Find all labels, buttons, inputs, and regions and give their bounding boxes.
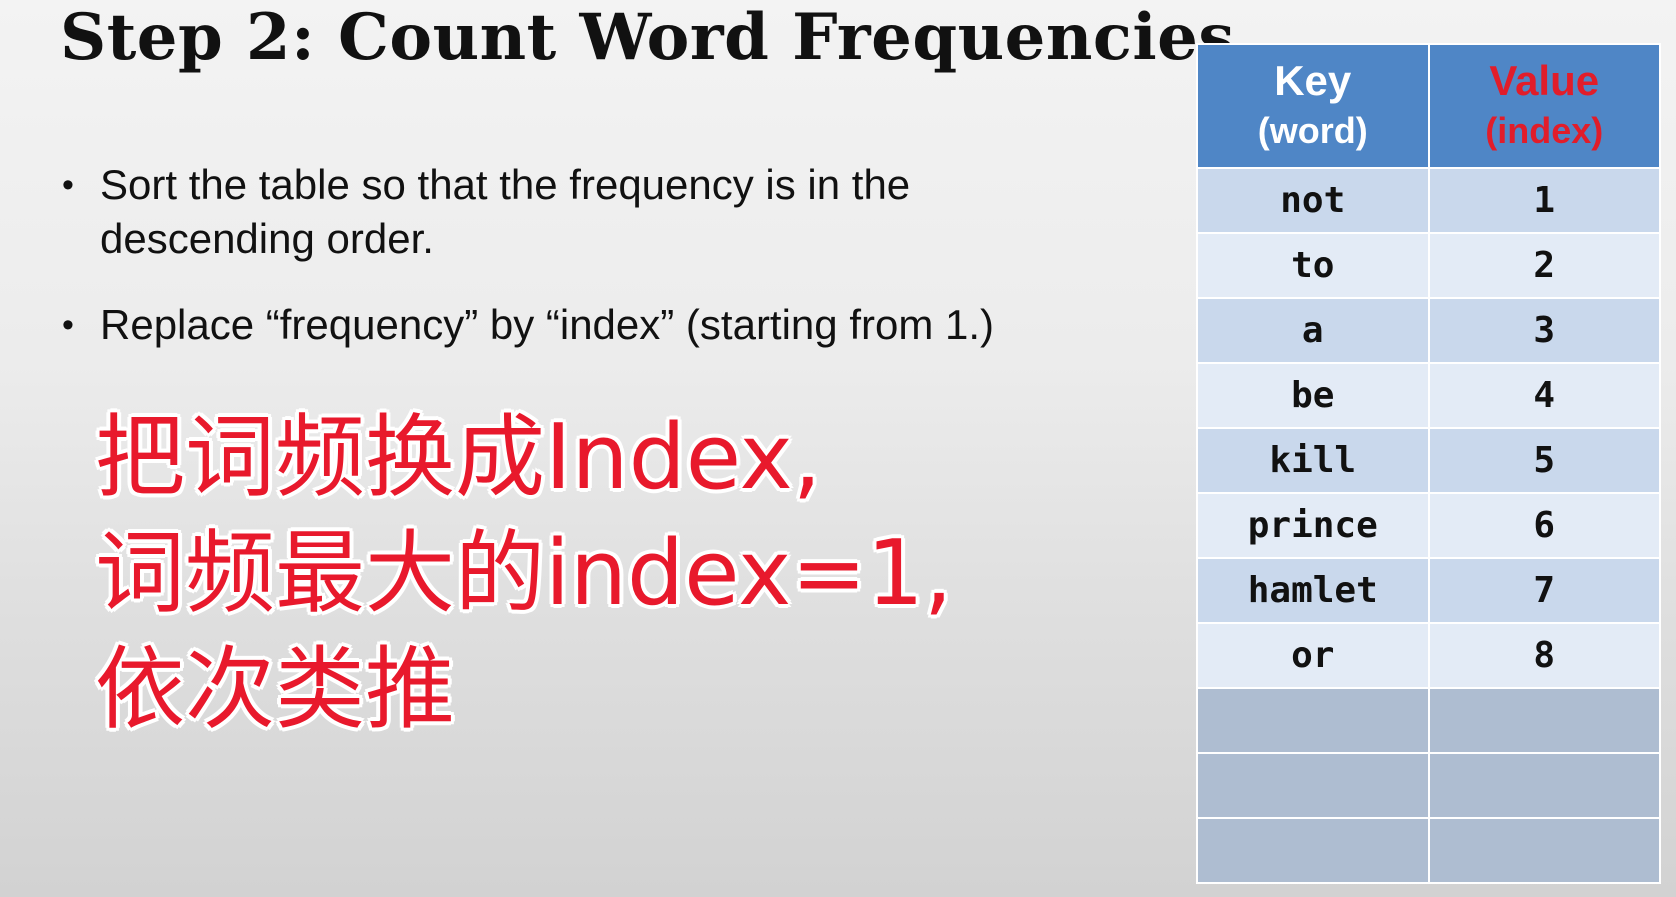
key-cell: to — [1196, 232, 1430, 299]
value-cell: 8 — [1427, 622, 1661, 689]
empty-value-cell — [1427, 687, 1661, 754]
empty-table-row — [1196, 687, 1661, 754]
value-cell: 7 — [1427, 557, 1661, 624]
empty-key-cell — [1196, 687, 1430, 754]
table-row: to 2 — [1196, 232, 1661, 299]
table-row: kill 5 — [1196, 427, 1661, 494]
key-value-table: Key (word) Value (index) not 1 to 2 a 3 — [1196, 43, 1661, 884]
empty-value-cell — [1427, 752, 1661, 819]
key-column-header: Key (word) — [1196, 43, 1430, 169]
key-header-label: Key — [1274, 57, 1352, 104]
value-cell: 4 — [1427, 362, 1661, 429]
value-cell: 5 — [1427, 427, 1661, 494]
key-cell: not — [1196, 167, 1430, 234]
bullet-list: Sort the table so that the frequency is … — [62, 158, 1122, 384]
slide-title: Step 2: Count Word Frequencies — [60, 0, 1235, 75]
key-cell: or — [1196, 622, 1430, 689]
bullet-sort-table: Sort the table so that the frequency is … — [62, 158, 1080, 266]
key-value-table-container: Key (word) Value (index) not 1 to 2 a 3 — [1196, 43, 1661, 884]
table-row: not 1 — [1196, 167, 1661, 234]
value-column-header: Value (index) — [1427, 43, 1661, 169]
empty-table-row — [1196, 752, 1661, 819]
empty-table-row — [1196, 817, 1661, 884]
table-row: a 3 — [1196, 297, 1661, 364]
key-cell: prince — [1196, 492, 1430, 559]
table-row: or 8 — [1196, 622, 1661, 689]
empty-value-cell — [1427, 817, 1661, 884]
value-header-label: Value — [1489, 57, 1600, 104]
subtitle-overlay: 把词频换成Index, 词频最大的index=1, 依次类推 — [95, 405, 953, 742]
key-header-sublabel: (word) — [1257, 110, 1368, 151]
key-cell: hamlet — [1196, 557, 1430, 624]
key-cell: kill — [1196, 427, 1430, 494]
empty-key-cell — [1196, 752, 1430, 819]
table-row: hamlet 7 — [1196, 557, 1661, 624]
value-cell: 1 — [1427, 167, 1661, 234]
value-cell: 2 — [1427, 232, 1661, 299]
value-header-sublabel: (index) — [1485, 110, 1604, 151]
bullet-replace-frequency: Replace “frequency” by “index” (starting… — [62, 298, 1122, 352]
table-header-row: Key (word) Value (index) — [1196, 43, 1661, 169]
empty-key-cell — [1196, 817, 1430, 884]
key-cell: a — [1196, 297, 1430, 364]
table-row: be 4 — [1196, 362, 1661, 429]
key-cell: be — [1196, 362, 1430, 429]
table-row: prince 6 — [1196, 492, 1661, 559]
value-cell: 3 — [1427, 297, 1661, 364]
value-cell: 6 — [1427, 492, 1661, 559]
